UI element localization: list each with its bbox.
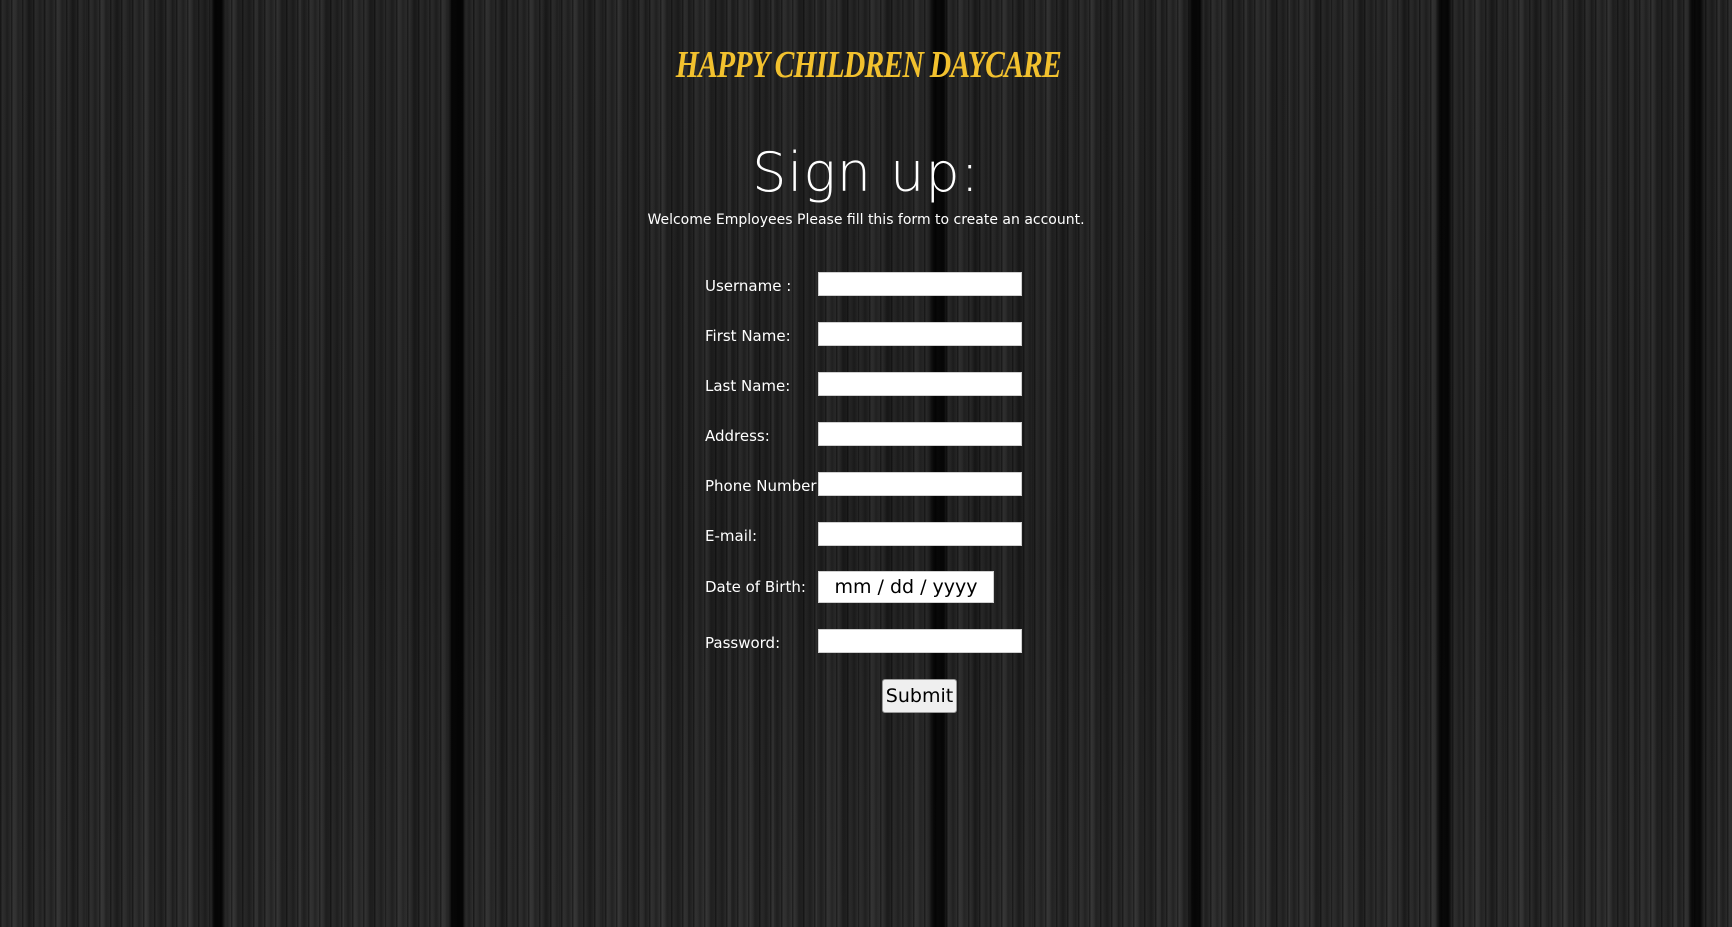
- password-row: Password:: [705, 629, 1035, 657]
- brand-title: HAPPY CHILDREN DAYCARE: [675, 44, 1062, 86]
- password-input[interactable]: [818, 629, 1022, 653]
- date-of-birth-row: Date of Birth: mm / dd / yyyy: [705, 571, 1035, 603]
- date-of-birth-label: Date of Birth:: [705, 578, 806, 596]
- address-input[interactable]: [818, 422, 1022, 446]
- password-label: Password:: [705, 634, 781, 652]
- date-of-birth-input[interactable]: mm / dd / yyyy: [818, 571, 994, 603]
- email-input[interactable]: [818, 522, 1022, 546]
- email-label: E-mail:: [705, 527, 758, 545]
- submit-button[interactable]: Submit: [882, 679, 957, 713]
- address-label: Address:: [705, 427, 770, 445]
- username-input[interactable]: [818, 272, 1022, 296]
- first-name-row: First Name:: [705, 322, 1035, 350]
- username-label: Username :: [705, 277, 792, 295]
- signup-page: { "header": { "brand_title": "HAPPY CHIL…: [0, 0, 1732, 927]
- phone-number-row: Phone Number:: [705, 472, 1035, 500]
- page-title: Sign up:: [0, 140, 1732, 206]
- page-subtitle: Welcome Employees Please fill this form …: [647, 212, 1085, 228]
- address-row: Address:: [705, 422, 1035, 450]
- username-row: Username :: [705, 272, 1035, 300]
- first-name-label: First Name:: [705, 327, 791, 345]
- last-name-input[interactable]: [818, 372, 1022, 396]
- email-row: E-mail:: [705, 522, 1035, 550]
- phone-number-input[interactable]: [818, 472, 1022, 496]
- page-title-text: Sign up:: [752, 141, 980, 204]
- phone-number-label: Phone Number:: [705, 477, 822, 495]
- last-name-row: Last Name:: [705, 372, 1035, 400]
- last-name-label: Last Name:: [705, 377, 791, 395]
- first-name-input[interactable]: [818, 322, 1022, 346]
